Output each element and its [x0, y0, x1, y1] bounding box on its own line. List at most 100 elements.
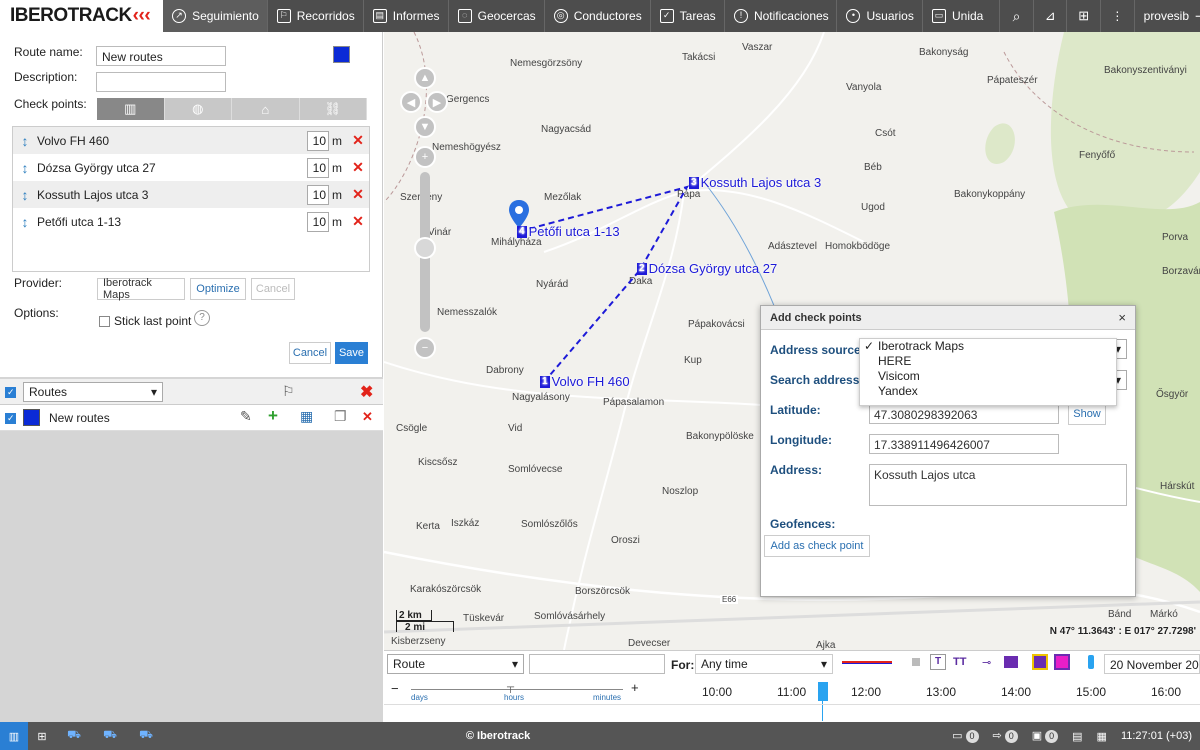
zoom-slider-handle[interactable] [414, 237, 436, 259]
route-flags-icon[interactable]: ⚐ [282, 383, 295, 400]
tab-links[interactable]: ⛓ [300, 98, 367, 120]
timeline-route-select[interactable]: Route ▾ [387, 654, 524, 674]
arrow-icon[interactable]: ⊸ [982, 656, 991, 669]
tab-conductores[interactable]: ◎ Conductores [545, 0, 651, 32]
list-item[interactable]: ↕ Kossuth Lajos utca 3 10 m ✕ [13, 181, 369, 208]
delete-icon[interactable]: ✕ [347, 186, 369, 203]
delete-icon[interactable]: ✕ [347, 132, 369, 149]
waypoint-1[interactable]: 1 Volvo FH 460 [540, 374, 630, 389]
current-time-marker[interactable] [818, 682, 828, 701]
pan-up-button[interactable]: ▲ [414, 67, 436, 89]
zoom-in-button[interactable]: + [414, 146, 436, 168]
marker-gray-icon[interactable] [912, 658, 920, 666]
battery-icon[interactable]: ▦ [1097, 730, 1107, 743]
pan-right-button[interactable]: ▶ [426, 91, 448, 113]
minus-icon[interactable]: − [391, 681, 399, 696]
iberotrack-logo[interactable]: IBEROTRACK ‹‹‹ [0, 0, 164, 32]
cancel-button[interactable]: Cancel [289, 342, 331, 364]
zoom-out-button[interactable]: − [414, 337, 436, 359]
latitude-input[interactable]: 47.3080298392063 [869, 404, 1059, 424]
list-item[interactable]: ↕ Petőfi utca 1-13 10 m ✕ [13, 208, 369, 235]
waypoint-2[interactable]: 2 Dózsa György utca 27 [637, 261, 777, 276]
tab-notificaciones[interactable]: ! Notificaciones [725, 0, 838, 32]
table-icon[interactable]: ▦ [300, 408, 313, 425]
tab-recorridos[interactable]: ⚐ Recorridos [268, 0, 364, 32]
highlight-box-icon[interactable] [1032, 654, 1048, 670]
tab-list[interactable]: ▥ [97, 98, 165, 120]
route-list-item[interactable]: New routes ✎ + ▦ ❐ ✕ [0, 405, 383, 431]
cancel-optimize-button[interactable]: Cancel [251, 278, 295, 300]
route-color-swatch[interactable] [333, 46, 350, 63]
list-item[interactable]: ↕ Dózsa György utca 27 10 m ✕ [13, 154, 369, 181]
tab-seguimiento[interactable]: ↗ Seguimiento [163, 0, 268, 32]
apps-button[interactable]: ⊞ [1067, 0, 1102, 32]
tab-usuarios[interactable]: • Usuarios [837, 0, 923, 32]
double-text-icon[interactable]: TT [953, 656, 966, 668]
drag-handle-icon[interactable]: ↕ [13, 160, 37, 176]
radius-input[interactable]: 10 [307, 211, 329, 232]
text-toggle-icon[interactable]: T [930, 654, 946, 670]
card-icon[interactable]: ▤ [1072, 730, 1082, 743]
dropdown-option[interactable]: Visicom [860, 369, 1116, 384]
panel-layout-button[interactable]: ▥ [0, 722, 28, 750]
provider-select[interactable]: Iberotrack Maps [97, 277, 185, 301]
dropdown-option[interactable]: Iberotrack Maps [860, 339, 1116, 354]
list-item[interactable]: ↕ Volvo FH 460 10 m ✕ [13, 127, 369, 154]
waypoint-4[interactable]: 4 Petőfi utca 1-13 [517, 224, 620, 239]
delete-icon[interactable]: ✕ [347, 213, 369, 230]
dropdown-option[interactable]: Yandex [860, 384, 1116, 399]
drag-handle-icon[interactable]: ↕ [13, 187, 37, 203]
delete-icon[interactable]: ✕ [362, 409, 373, 425]
pan-left-button[interactable]: ◀ [400, 91, 422, 113]
purple-box-icon[interactable] [1004, 656, 1018, 668]
user-menu[interactable]: provesib⇥ [1135, 0, 1200, 32]
slider-handle-icon[interactable]: ┬ [507, 682, 514, 693]
tab-unidades[interactable]: ▭ Unida [923, 0, 1001, 32]
routes-checkbox[interactable] [5, 387, 16, 398]
longitude-input[interactable]: 17.338911496426007 [869, 434, 1059, 454]
delete-all-icon[interactable]: ✖ [360, 382, 373, 402]
tab-informes[interactable]: ▤ Informes [364, 0, 449, 32]
edit-route-icon[interactable]: ✎ [240, 408, 252, 425]
tab-buildings[interactable]: ⌂ [232, 98, 300, 120]
waypoint-3[interactable]: 3 Kossuth Lajos utca 3 [689, 175, 821, 190]
stick-last-point-checkbox[interactable] [99, 316, 110, 327]
radius-input[interactable]: 10 [307, 157, 329, 178]
commands-counter[interactable]: ⇨ 0 [993, 729, 1018, 743]
blue-bar-icon[interactable] [1088, 655, 1094, 669]
help-icon[interactable]: ? [194, 310, 210, 326]
timeline-search-input[interactable] [529, 654, 665, 674]
more-button[interactable]: ⋮ [1101, 0, 1135, 32]
plus-icon[interactable]: + [631, 680, 639, 695]
optimize-button[interactable]: Optimize [190, 278, 246, 300]
add-as-check-point-button[interactable]: Add as check point [764, 535, 870, 557]
search-button[interactable]: ⌕ [1000, 0, 1034, 32]
show-button[interactable]: Show [1068, 403, 1106, 425]
description-input[interactable] [96, 72, 226, 92]
drag-handle-icon[interactable]: ↕ [13, 133, 37, 149]
radius-input[interactable]: 10 [307, 184, 329, 205]
tab-geocercas[interactable]: ◌ Geocercas [449, 0, 545, 32]
route-name-input[interactable]: New routes [96, 46, 226, 66]
route-visible-checkbox[interactable] [5, 413, 16, 424]
add-icon[interactable]: + [268, 406, 278, 426]
dropdown-option[interactable]: HERE [860, 354, 1116, 369]
measure-button[interactable]: ⊿ [1034, 0, 1068, 32]
track-style-icon[interactable] [842, 657, 892, 667]
time-range-select[interactable]: Any time ▾ [695, 654, 833, 674]
date-input[interactable]: 20 November 201 [1104, 654, 1200, 674]
zoom-scale-slider[interactable]: − ┬ + days hours minutes [387, 680, 645, 705]
tab-tareas[interactable]: ✓ Tareas [651, 0, 725, 32]
routes-filter-select[interactable]: Routes ▾ [23, 382, 163, 402]
tab-geofences[interactable]: ◍ [165, 98, 232, 120]
messages-counter[interactable]: ▭ 0 [952, 729, 979, 743]
copy-icon[interactable]: ❐ [334, 408, 347, 425]
save-button[interactable]: Save [335, 342, 368, 364]
pink-box-icon[interactable] [1054, 654, 1070, 670]
close-icon[interactable]: × [1118, 310, 1126, 325]
pan-down-button[interactable]: ▼ [414, 116, 436, 138]
delete-icon[interactable]: ✕ [347, 159, 369, 176]
address-textarea[interactable]: Kossuth Lajos utca [869, 464, 1127, 506]
drag-handle-icon[interactable]: ↕ [13, 214, 37, 230]
photos-counter[interactable]: ▣ 0 [1032, 729, 1059, 743]
